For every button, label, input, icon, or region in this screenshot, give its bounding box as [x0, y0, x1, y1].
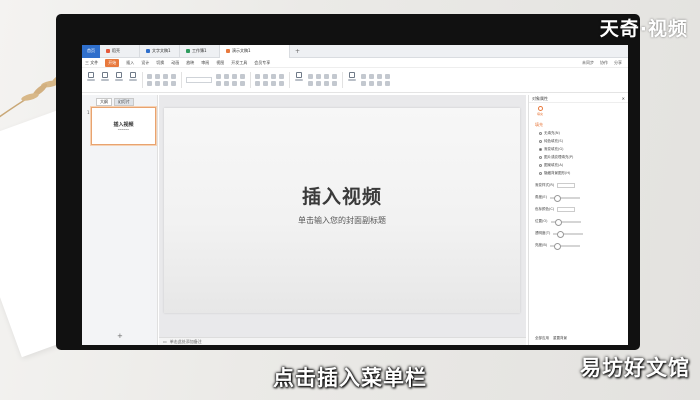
fill-option-pattern[interactable]: 图案填充(A)	[539, 163, 628, 168]
notes-icon: ▭	[163, 339, 167, 344]
thumbnail-title: 插入视频	[113, 122, 134, 128]
spreadsheet-icon	[186, 49, 190, 53]
tab-workbook[interactable]: 工作簿1	[180, 45, 220, 58]
notes-bar[interactable]: ▭ 单击此处添加备注	[159, 337, 526, 345]
fill-option-none[interactable]: 无填充(N)	[539, 131, 628, 136]
brightness-row[interactable]: 亮度(B)	[535, 242, 628, 250]
toolbar-divider	[289, 72, 290, 88]
menu-right-actions: 未同步 协作 分享	[582, 60, 628, 66]
position-row[interactable]: 位置(O)	[535, 218, 628, 226]
properties-panel: 对象属性 ✕ 填充 填充 无填充(N) 纯色填充(S) 渐变填充(G) 图片或纹…	[528, 95, 628, 345]
gradient-style-row[interactable]: 渐变样式(R)	[535, 183, 628, 188]
menu-insert[interactable]: 插入	[126, 60, 134, 66]
menu-design[interactable]: 设计	[141, 60, 149, 66]
tab-slides[interactable]: 幻灯片	[114, 98, 134, 106]
menu-transition[interactable]: 切换	[156, 60, 164, 66]
menu-view[interactable]: 视图	[216, 60, 224, 66]
reset-background-button[interactable]: 重置背景	[553, 336, 567, 341]
layout-tools[interactable]	[147, 74, 177, 86]
tab-home[interactable]: 首页	[82, 45, 100, 58]
tab-docer[interactable]: 稻壳	[100, 45, 140, 58]
new-slide-button[interactable]	[128, 72, 138, 88]
notes-placeholder: 单击此处添加备注	[169, 338, 202, 344]
watermark-top: 天奇·视频	[599, 18, 688, 40]
arrange-tools[interactable]	[361, 74, 391, 86]
paragraph-tools[interactable]	[255, 74, 285, 86]
toolbar-divider	[142, 72, 143, 88]
fill-option-gradient[interactable]: 渐变填充(G)	[539, 147, 628, 152]
find-replace-button[interactable]	[347, 72, 357, 88]
menu-member[interactable]: 会员专享	[254, 60, 270, 66]
fill-icon	[537, 106, 543, 111]
menu-slideshow[interactable]: 放映	[186, 60, 194, 66]
slide-thumbnail[interactable]: 插入视频 ▬▬▬▬▬▬	[91, 107, 156, 145]
paste-button[interactable]	[86, 72, 96, 88]
sync-status[interactable]: 未同步	[582, 60, 594, 66]
menu-file[interactable]: 三 文件	[85, 60, 98, 66]
font-name-select[interactable]	[186, 77, 212, 83]
properties-title: 对象属性	[532, 95, 548, 101]
thumbnail-subtitle: ▬▬▬▬▬▬	[117, 129, 130, 131]
new-tab-button[interactable]: +	[290, 48, 305, 55]
toolbar-divider	[342, 72, 343, 88]
menu-developer[interactable]: 开发工具	[231, 60, 247, 66]
slide-subtitle[interactable]: 单击输入您的封面副标题	[298, 215, 386, 226]
toolbar-divider	[181, 72, 182, 88]
wps-window: 首页 稻壳 文字文稿1 工作簿1 演示文稿1 + 三 文件 开始 插入 设计 切…	[82, 45, 628, 345]
docer-icon	[106, 49, 110, 53]
fill-option-solid[interactable]: 纯色填充(S)	[539, 139, 628, 144]
hide-background-graphics[interactable]: 隐藏背景图形(H)	[539, 171, 628, 176]
toolbar-divider	[250, 72, 251, 88]
fill-option-picture[interactable]: 图片或纹理填充(P)	[539, 155, 628, 160]
transparency-row[interactable]: 透明度(T)	[535, 230, 628, 238]
font-tools[interactable]	[216, 74, 246, 86]
shape-tools[interactable]	[308, 74, 338, 86]
close-icon[interactable]: ✕	[622, 96, 625, 101]
ribbon-toolbar	[82, 68, 628, 93]
textbox-button[interactable]	[294, 72, 304, 88]
writer-icon	[146, 49, 150, 53]
collaborate-button[interactable]: 协作	[600, 60, 608, 66]
format-painter-button[interactable]	[100, 72, 110, 88]
presentation-icon	[226, 49, 230, 53]
slide-number: 1	[87, 110, 90, 115]
stop-color-row[interactable]: 色标颜色(C)	[535, 207, 628, 212]
tab-presentation[interactable]: 演示文稿1	[220, 45, 290, 58]
play-from-current-button[interactable]	[114, 72, 124, 88]
properties-footer: 全部应用 重置背景	[535, 336, 567, 341]
current-slide[interactable]: 插入视频 单击输入您的封面副标题	[164, 108, 520, 313]
properties-header: 对象属性 ✕	[529, 95, 628, 103]
menu-bar: 三 文件 开始 插入 设计 切换 动画 放映 审阅 视图 开发工具 会员专享 未…	[82, 58, 628, 68]
menu-start[interactable]: 开始	[105, 58, 120, 67]
watermark-bottom: 易坊好文馆	[580, 356, 690, 380]
tab-outline[interactable]: 大纲	[96, 98, 112, 106]
menu-animation[interactable]: 动画	[171, 60, 179, 66]
fill-section-title[interactable]: 填充	[535, 122, 628, 128]
slide-thumbnail-panel: 大纲 幻灯片 1 插入视频 ▬▬▬▬▬▬ +	[82, 95, 158, 345]
slide-editor: 插入视频 单击输入您的封面副标题	[159, 95, 526, 337]
panel-tabs: 大纲 幻灯片	[82, 95, 157, 106]
apply-all-button[interactable]: 全部应用	[535, 336, 549, 341]
tab-text-document[interactable]: 文字文稿1	[140, 45, 180, 58]
share-button[interactable]: 分享	[614, 60, 622, 66]
angle-row[interactable]: 角度(E)	[535, 194, 628, 202]
add-slide-button[interactable]: +	[117, 332, 123, 340]
slide-title[interactable]: 插入视频	[302, 182, 382, 209]
menu-review[interactable]: 审阅	[201, 60, 209, 66]
fill-tab[interactable]: 填充	[535, 106, 545, 116]
tab-bar: 首页 稻壳 文字文稿1 工作簿1 演示文稿1 +	[82, 45, 628, 58]
